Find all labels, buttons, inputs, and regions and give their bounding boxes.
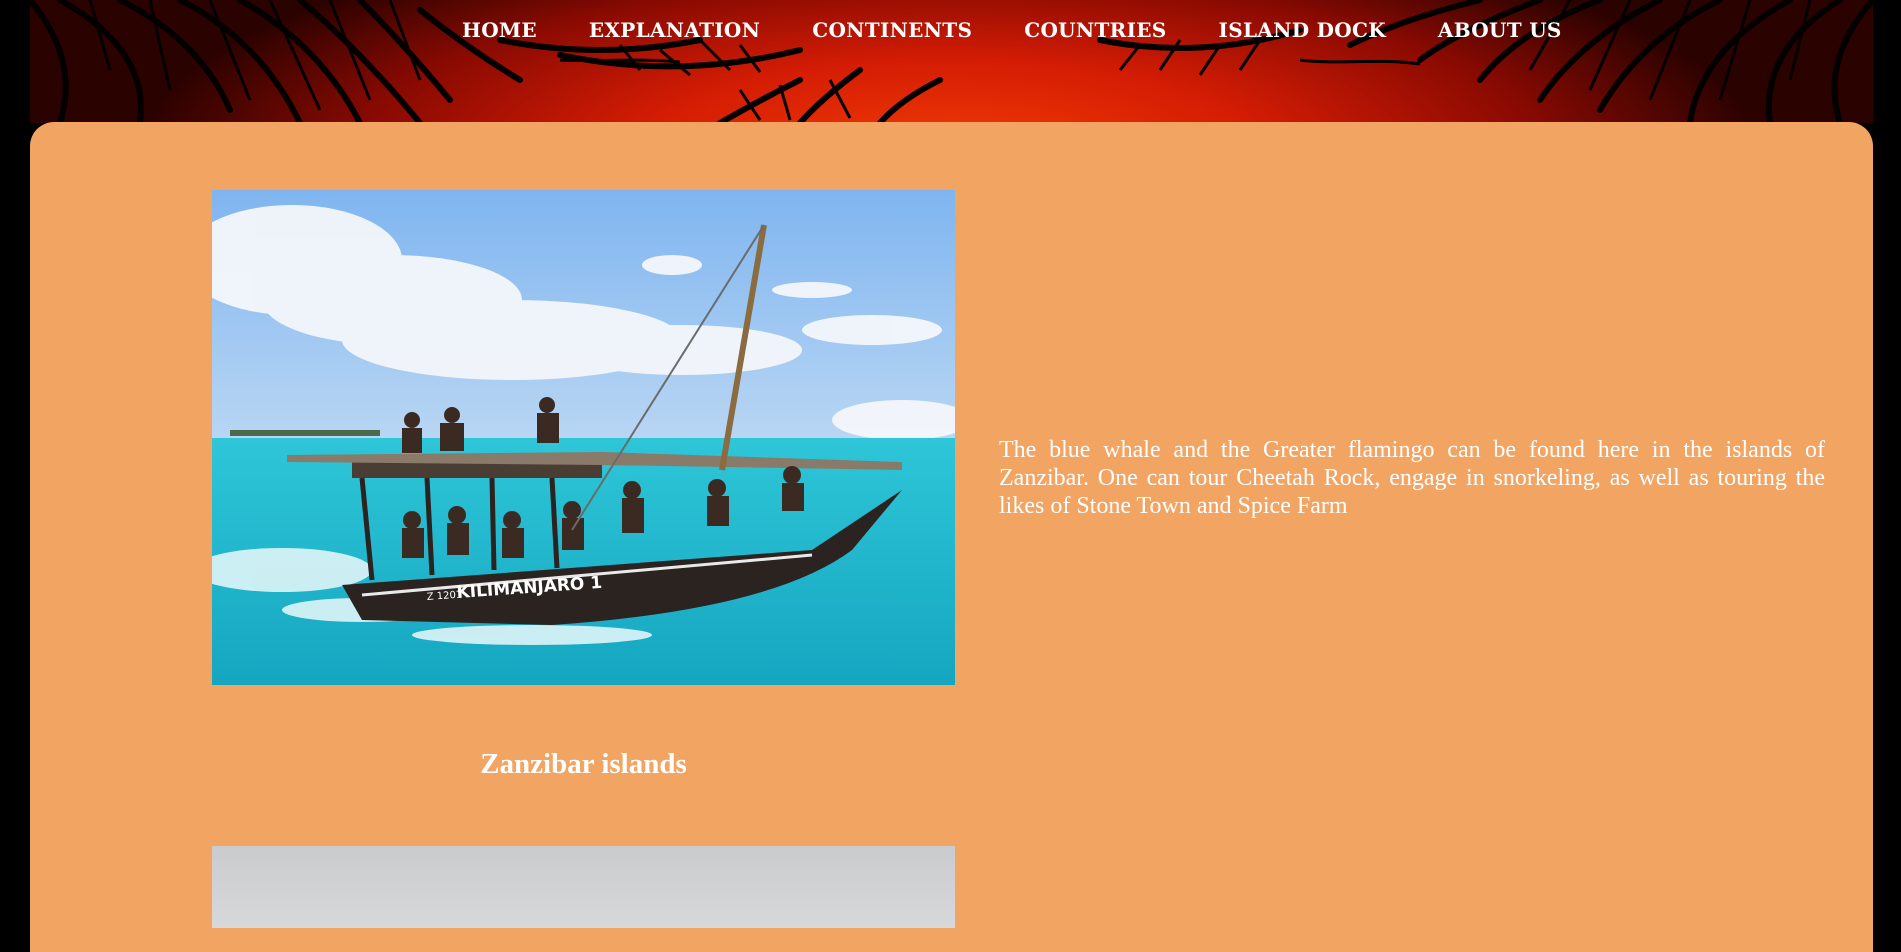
nav-countries-link[interactable]: COUNTRIES [1024, 18, 1166, 42]
nav-continents-link[interactable]: CONTINENTS [812, 18, 972, 42]
main-nav: HOME EXPLANATION CONTINENTS COUNTRIES IS… [462, 18, 1614, 42]
island-description: The blue whale and the Greater flamingo … [999, 437, 1825, 519]
header-banner: HOME EXPLANATION CONTINENTS COUNTRIES IS… [0, 0, 1901, 123]
nav-about-us-link[interactable]: ABOUT US [1438, 18, 1562, 42]
nav-island-dock-link[interactable]: ISLAND DOCK [1219, 18, 1386, 42]
island-caption: Zanzibar islands [480, 748, 687, 780]
zanzibar-boat-photo: KILIMANJARO 1 Z 1201 [212, 190, 955, 685]
nav-explanation-link[interactable]: EXPLANATION [589, 18, 760, 42]
nav-home-link[interactable]: HOME [462, 18, 537, 42]
next-island-photo [212, 846, 955, 928]
